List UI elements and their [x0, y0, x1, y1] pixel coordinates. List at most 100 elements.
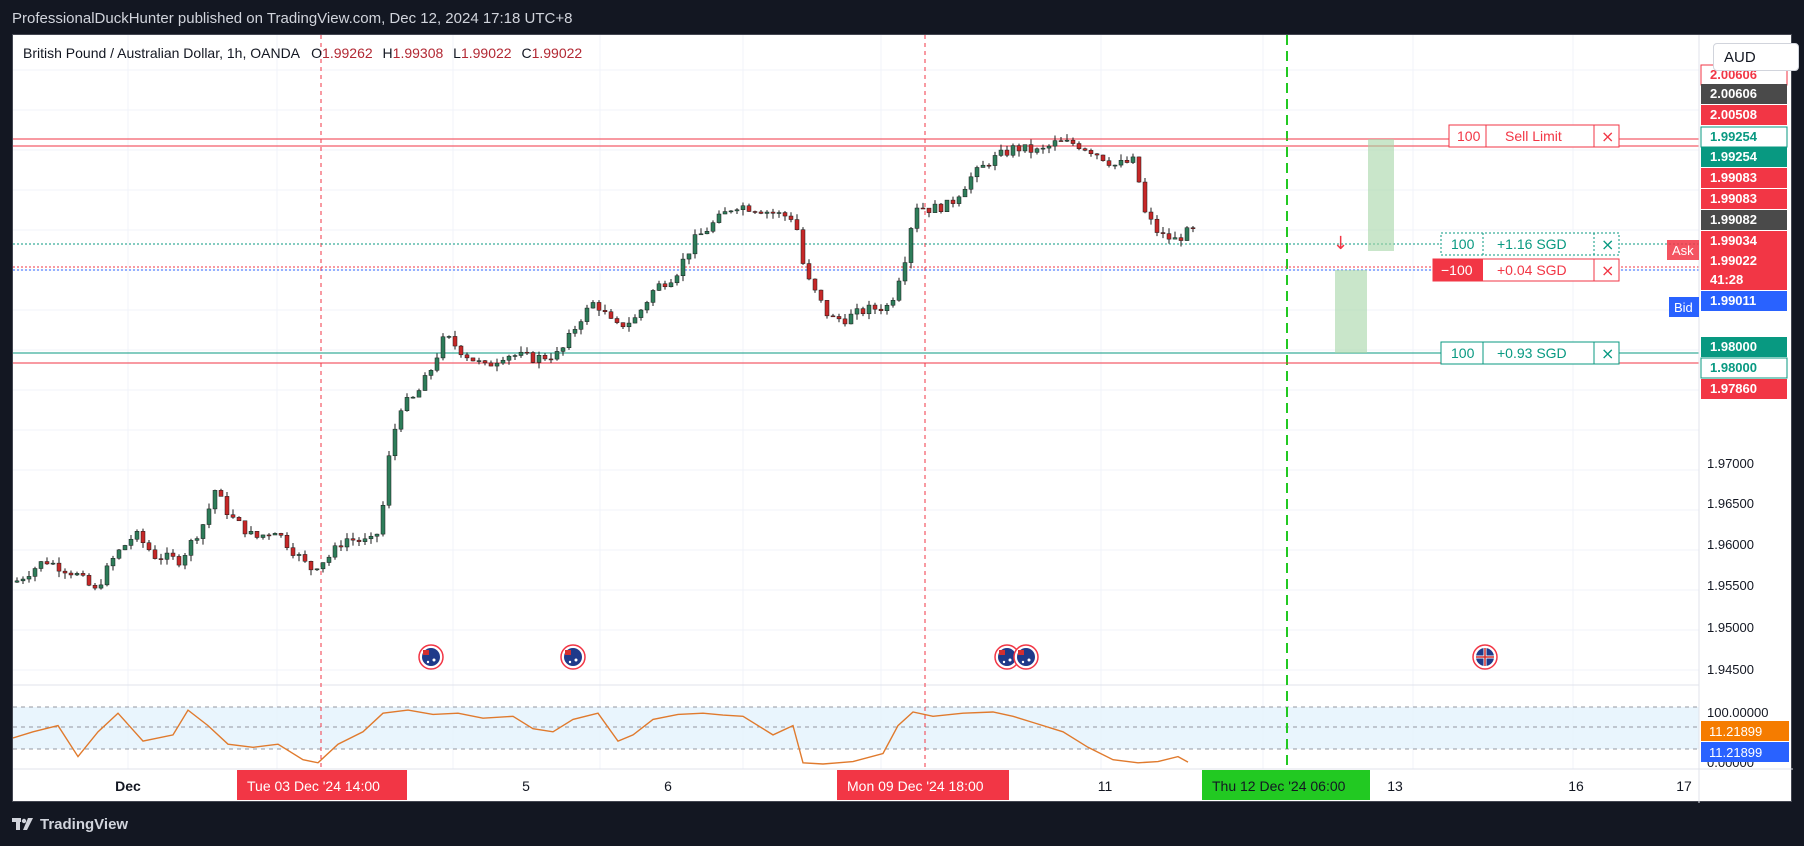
rsi-tick-100: 100.00000	[1707, 705, 1768, 720]
candle-body	[518, 351, 524, 356]
tradingview-logo[interactable]: TradingView	[12, 816, 128, 833]
candle-body	[506, 355, 512, 361]
time-marker-label: Mon 09 Dec '24 18:00	[847, 778, 984, 794]
candle-body	[500, 359, 506, 364]
candle-body	[440, 336, 446, 359]
candle-body	[710, 222, 716, 232]
price-tick: 1.96000	[1707, 537, 1754, 552]
au-flag-icon[interactable]	[418, 644, 444, 670]
candle-body	[908, 228, 914, 263]
candle-body	[266, 534, 272, 537]
au-flag-icon[interactable]	[560, 644, 586, 670]
time-tick: Dec	[115, 778, 141, 794]
candle-body	[140, 531, 146, 543]
candle-body	[62, 570, 68, 574]
candle-body	[248, 531, 254, 535]
tp-upper-close-icon[interactable]: ×	[1601, 235, 1614, 254]
candle-body	[1106, 160, 1112, 166]
sell-limit-text: Sell Limit	[1505, 128, 1562, 144]
time-tick: 16	[1568, 778, 1584, 794]
candle-body	[374, 533, 380, 537]
price-label: 41:28	[1710, 272, 1743, 287]
uk-flag-icon[interactable]	[1472, 644, 1498, 670]
tp-order-upper[interactable]: 100 +1.16 SGD ×	[1440, 232, 1620, 256]
chart-frame[interactable]: ↓ 1.94500 1.95000 1.95500 1.96000 1.96500 1.9…	[12, 34, 1799, 803]
candle-body	[704, 231, 710, 235]
rsi-value-orange: 11.21899	[1709, 724, 1762, 739]
currency-selector[interactable]: AUD	[1713, 43, 1799, 71]
candle-body	[674, 275, 680, 284]
candle-body	[398, 410, 404, 430]
candle-body	[722, 211, 728, 215]
candle-body	[1034, 148, 1040, 153]
price-label: 2.00508	[1710, 107, 1757, 122]
candle-body	[272, 533, 278, 536]
candle-body	[1040, 147, 1046, 150]
position-order[interactable]: −100 +0.04 SGD ×	[1432, 258, 1620, 282]
candle-body	[728, 210, 734, 213]
candle-body	[104, 565, 110, 586]
candle-body	[764, 211, 770, 214]
candle-body	[902, 262, 908, 282]
sell-limit-close-icon[interactable]: ×	[1601, 127, 1614, 146]
price-label: 1.99083	[1710, 191, 1757, 206]
candle-body	[1112, 164, 1118, 167]
price-label: 1.99254	[1710, 129, 1758, 144]
candle-body	[878, 308, 884, 311]
rsi-value-blue: 11.21899	[1709, 745, 1762, 760]
candle-body	[1160, 232, 1166, 234]
candle-body	[320, 562, 326, 570]
candle-body	[404, 397, 410, 412]
candle-body	[254, 531, 260, 538]
candle-body	[122, 545, 128, 551]
tp-lower-close-icon[interactable]: ×	[1601, 344, 1614, 363]
tradingview-logo-icon	[12, 817, 33, 830]
candle-body	[110, 558, 116, 567]
candle-body	[1022, 144, 1028, 152]
candle-body	[326, 556, 332, 563]
symbol-legend: British Pound / Australian Dollar, 1h, O…	[23, 45, 582, 61]
candle-body	[134, 531, 140, 540]
candle-body	[608, 311, 614, 319]
position-close-icon[interactable]: ×	[1601, 261, 1614, 280]
candle-body	[1028, 144, 1034, 153]
chart-canvas[interactable]: ↓ 1.945001.950001.955001.960001.965001.9…	[13, 35, 1793, 803]
candle-body	[770, 211, 776, 214]
candle-body	[1130, 156, 1136, 163]
candle-body	[344, 538, 350, 548]
chart-grid	[13, 35, 1699, 769]
candle-body	[380, 504, 386, 535]
footer: TradingView	[0, 808, 1804, 846]
candle-body	[554, 351, 560, 360]
price-label: 1.98000	[1710, 360, 1757, 375]
tp-order-lower[interactable]: 100 +0.93 SGD ×	[1440, 341, 1620, 365]
candle-body	[584, 307, 590, 322]
candle-body	[866, 304, 872, 315]
au-flag-icon[interactable]	[1013, 644, 1039, 670]
candle-body	[242, 520, 248, 535]
candle-body	[392, 428, 398, 457]
candle-body	[956, 196, 962, 204]
candle-body	[800, 229, 806, 264]
candle-body	[998, 149, 1004, 156]
candle-body	[596, 302, 602, 311]
candle-body	[386, 455, 392, 506]
candle-body	[92, 584, 98, 589]
time-tick: 11	[1098, 778, 1113, 794]
candle-body	[752, 211, 758, 213]
candle-body	[836, 316, 842, 320]
candle-body	[176, 556, 182, 566]
candle-body	[914, 207, 920, 229]
price-label: 2.00606	[1710, 86, 1757, 101]
sell-limit-order[interactable]: 100 Sell Limit ×	[1448, 124, 1620, 148]
candle-body	[44, 561, 50, 565]
candle-body	[1088, 150, 1094, 155]
candle-body	[524, 351, 530, 354]
candle-body	[200, 524, 206, 539]
candle-body	[362, 538, 368, 542]
high-value: 1.99308	[392, 45, 444, 61]
candle-body	[1010, 145, 1016, 156]
price-label: 1.98000	[1710, 339, 1757, 354]
candle-body	[32, 568, 38, 577]
candle-body	[26, 576, 32, 580]
